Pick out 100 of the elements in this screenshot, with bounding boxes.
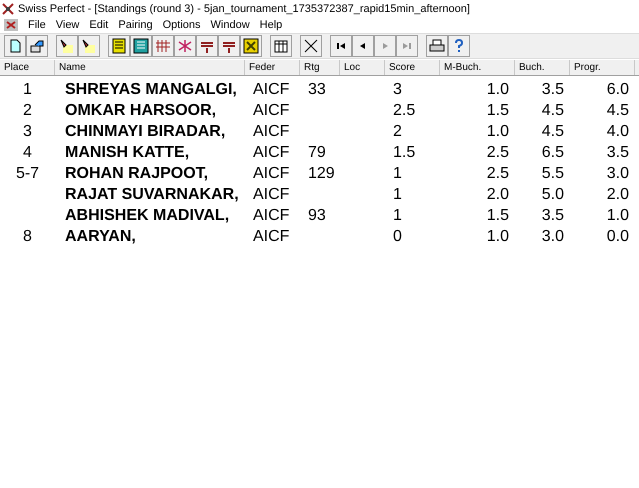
table-cell: 3	[23, 123, 32, 140]
toolbar-button[interactable]	[152, 35, 174, 57]
column-header[interactable]: Feder	[245, 60, 300, 75]
table-cell: 2.5	[486, 165, 509, 182]
table-cell: 1.0	[486, 81, 509, 98]
table-cell: 4.5	[542, 102, 564, 119]
menu-item[interactable]: Pairing	[114, 19, 159, 31]
table-cell: AICF	[253, 186, 290, 203]
toolbar-button[interactable]	[330, 35, 352, 57]
table-cell: 1	[23, 81, 32, 98]
list-icon	[133, 38, 149, 54]
toolbar-button[interactable]	[196, 35, 218, 57]
table-cell: 2.5	[486, 144, 509, 161]
toolbar-button[interactable]	[426, 35, 448, 57]
table-icon	[273, 38, 289, 54]
column-header[interactable]: Buch.	[515, 60, 570, 75]
column-header[interactable]: Score	[385, 60, 440, 75]
table-cell: 2.5	[393, 102, 416, 119]
column-header[interactable]: Loc	[340, 60, 385, 75]
table-cell: 2	[393, 123, 402, 140]
table-cell: AICF	[253, 144, 290, 161]
table-cell: AARYAN,	[65, 228, 136, 245]
table-cell: 1.0	[486, 228, 509, 245]
toolbar-button[interactable]	[4, 35, 26, 57]
table-cell: 129	[308, 165, 335, 182]
table-cell: 4.5	[606, 102, 629, 119]
toolbar-button[interactable]	[130, 35, 152, 57]
toolbar-button[interactable]	[26, 35, 48, 57]
table-cell: 5.5	[542, 165, 564, 182]
menu-item[interactable]: Help	[256, 19, 288, 31]
menu-item[interactable]: View	[52, 19, 86, 31]
table-cell: 8	[23, 228, 32, 245]
table-cell: 3.5	[542, 81, 564, 98]
table-cell: 1.0	[486, 123, 509, 140]
table-cell: 6.5	[542, 144, 564, 161]
column-header[interactable]: Name	[55, 60, 245, 75]
table-cell: CHINMAYI BIRADAR,	[65, 123, 226, 140]
table-cell: 1	[393, 207, 402, 224]
table-cell: ROHAN RAJPOOT,	[65, 165, 208, 182]
toolbar-button[interactable]	[56, 35, 78, 57]
table-cell: 3.0	[542, 228, 564, 245]
table-cell: 3.5	[606, 144, 629, 161]
grid-icon	[155, 38, 171, 54]
table-cell: MANISH KATTE,	[65, 144, 190, 161]
arrow-box-icon	[29, 38, 45, 54]
table-cell: AICF	[253, 123, 290, 140]
table-cell: 93	[308, 207, 326, 224]
table-cell: RAJAT SUVARNAKAR,	[65, 186, 239, 203]
table-cell: 4.0	[606, 123, 629, 140]
table-cell: 4.5	[542, 123, 564, 140]
table-cell: 1.5	[486, 102, 509, 119]
table-cell: 33	[308, 81, 326, 98]
flashlight-icon	[59, 38, 75, 54]
toolbar-button[interactable]	[240, 35, 262, 57]
table-cell: 1.5	[393, 144, 416, 161]
table-cell: 4	[23, 144, 32, 161]
table-cell: 1	[393, 165, 402, 182]
table-cell: 5-7	[16, 165, 40, 182]
column-header[interactable]: Rtg	[300, 60, 340, 75]
table-cell: SHREYAS MANGALGI,	[65, 81, 237, 98]
table-cell: ABHISHEK MADIVAL,	[65, 207, 230, 224]
toolbar-button[interactable]	[300, 35, 322, 57]
table-cell: AICF	[253, 207, 290, 224]
toolbar-button[interactable]	[270, 35, 292, 57]
cross-icon	[303, 38, 319, 54]
toolbar-button[interactable]	[78, 35, 100, 57]
list-icon	[111, 38, 127, 54]
menu-item[interactable]: Window	[206, 19, 256, 31]
app-icon	[2, 2, 14, 14]
printer-icon	[429, 38, 445, 54]
table-cell: AICF	[253, 102, 290, 119]
crossed-square-icon	[243, 38, 259, 54]
table-cell: 2.0	[606, 186, 629, 203]
table-cell: 6.0	[606, 81, 629, 98]
menu-item[interactable]: Options	[158, 19, 207, 31]
table-cell: 3.5	[542, 207, 564, 224]
table-cell: 1.0	[606, 207, 629, 224]
table-cell: 5.0	[542, 186, 564, 203]
toolbar-button[interactable]	[352, 35, 374, 57]
toolbar-button[interactable]	[218, 35, 240, 57]
table-cell: 2	[23, 102, 32, 119]
table-cell: 2.0	[486, 186, 509, 203]
toolbar-button[interactable]	[108, 35, 130, 57]
flashlight-icon	[81, 38, 97, 54]
window-title: Swiss Perfect - [Standings (round 3) - 5jan_tournament_1735372387_rapid15min_afternoon]	[18, 2, 470, 14]
table-cell: 0	[393, 228, 402, 245]
table-cell: AICF	[253, 228, 290, 245]
table-cell: AICF	[253, 165, 290, 182]
menu-item[interactable]: Edit	[85, 19, 114, 31]
table-cell: 1.5	[486, 207, 509, 224]
table-cell: 3.0	[606, 165, 629, 182]
table-cell: OMKAR HARSOOR,	[65, 102, 216, 119]
column-header[interactable]: Progr.	[570, 60, 635, 75]
table-cell: 79	[308, 144, 326, 161]
asterisk-icon	[177, 38, 193, 54]
table-cell: 3	[393, 81, 402, 98]
table-cell: 1	[393, 186, 402, 203]
menu-item[interactable]: File	[24, 19, 52, 31]
column-header[interactable]: Place	[0, 60, 55, 75]
column-header[interactable]: M-Buch.	[440, 60, 515, 75]
